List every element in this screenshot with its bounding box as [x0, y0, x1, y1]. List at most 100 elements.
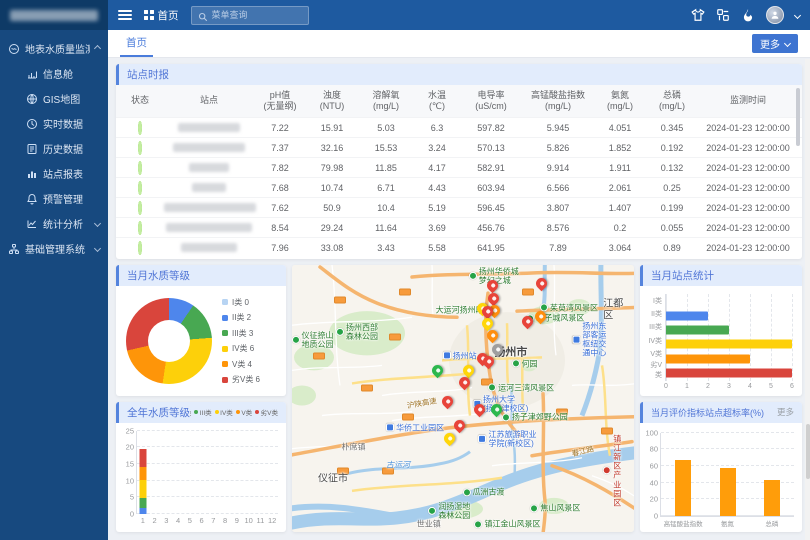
column-unit: (NTU): [306, 101, 358, 112]
value-cell: 0.2: [594, 223, 646, 233]
x-axis-tick: 1: [685, 383, 689, 390]
station-marker-red[interactable]: [452, 417, 468, 433]
legend-item[interactable]: II类: [190, 407, 191, 417]
user-menu-chevron-icon[interactable]: [794, 11, 801, 18]
map-label: 仪征市: [318, 473, 348, 485]
exceed-rate-more-link[interactable]: 更多: [777, 406, 794, 418]
legend-item[interactable]: 劣V类 6: [222, 374, 260, 385]
sidebar-item-0-6[interactable]: 统计分析: [0, 211, 108, 236]
x-axis-tick: 12: [268, 516, 276, 525]
y-axis-category: I类: [644, 294, 662, 307]
sidebar-item-0-0[interactable]: 信息舱: [0, 61, 108, 86]
tab-home[interactable]: 首页: [120, 30, 153, 57]
map-label-text: 仪征捺山 地质公园: [302, 331, 334, 349]
station-name-redacted: [173, 143, 245, 152]
menu-search[interactable]: [191, 6, 309, 25]
sidebar-section-0[interactable]: 地表水质量监测系统: [0, 36, 108, 61]
bar-segment: [139, 467, 146, 479]
gridline: [792, 294, 793, 381]
sidebar-item-label: 站点报表: [43, 166, 100, 181]
exceed-rate-header: 当月评价指标站点超标率(%) 更多: [640, 402, 802, 423]
v-bar: [764, 480, 780, 516]
status-online-dot: [138, 201, 142, 215]
station-marker-red[interactable]: [440, 393, 456, 409]
station-marker-yellow[interactable]: [442, 430, 458, 446]
value-cell: 4.17: [414, 163, 460, 173]
theme-skin-icon[interactable]: [691, 8, 705, 22]
value-cell: 597.82: [460, 123, 522, 133]
legend-item[interactable]: III类 3: [222, 328, 260, 339]
column-name: 电导率: [460, 90, 522, 101]
hamburger-menu-icon[interactable]: [118, 10, 132, 20]
gridline: [750, 294, 751, 381]
month-station-stats-header: 当月站点统计: [640, 265, 802, 286]
value-cell: 79.98: [306, 163, 358, 173]
status-online-dot: [138, 241, 142, 255]
user-avatar[interactable]: [766, 6, 784, 24]
y-axis-tick: 20: [650, 495, 658, 504]
station-cell: [164, 143, 254, 152]
sidebar-item-0-3[interactable]: 历史数据: [0, 136, 108, 161]
y-axis-tick: 100: [645, 428, 658, 437]
map-label-text: 扬子津郊野公园: [512, 413, 568, 422]
legend-item[interactable]: IV类: [215, 407, 233, 417]
station-marker-red[interactable]: [534, 276, 550, 292]
map-panel[interactable]: 扬州华侨城 梦幻之城茱萸湾风景区唐子城风景区江都区扬州西部 森林公园仪征捺山 地…: [292, 265, 634, 532]
sidebar-item-0-5[interactable]: 预警管理: [0, 186, 108, 211]
sidebar-item-0-4[interactable]: 站点报表: [0, 161, 108, 186]
legend-item[interactable]: I类 0: [222, 297, 260, 308]
info-dashboard-icon: [26, 68, 38, 80]
year-quality-panel: 全年水质等级 I类II类III类IV类V类劣V类 051015202512345…: [116, 402, 286, 533]
window-scrollbar[interactable]: [805, 59, 810, 540]
legend-item[interactable]: V类 4: [222, 359, 260, 370]
map-label: 扬州东部客运 枢纽交通中心: [572, 321, 613, 358]
value-cell: 15.91: [306, 123, 358, 133]
poi-icon: [478, 435, 486, 443]
sidebar-item-0-1[interactable]: GIS地图: [0, 86, 108, 111]
legend-item[interactable]: III类: [194, 407, 211, 417]
legend-item[interactable]: IV类 6: [222, 343, 260, 354]
map-label-text: 运河三湾风景区: [498, 383, 554, 392]
park-icon: [474, 520, 482, 528]
legend-item[interactable]: V类: [236, 407, 252, 417]
logo-redacted: [10, 10, 98, 21]
map-label: 润扬湿地 森林公园: [428, 501, 470, 519]
column-unit: (uS/cm): [460, 101, 522, 112]
legend-label: IV类: [220, 407, 233, 417]
app-window: 地表水质量监测系统信息舱GIS地图实时数据历史数据站点报表预警管理统计分析基础管…: [0, 0, 810, 540]
value-cell: 456.76: [460, 223, 522, 233]
y-axis-category: III类: [644, 321, 662, 334]
legend-item[interactable]: 劣V类: [255, 407, 278, 417]
gridline: [687, 294, 688, 381]
station-report-title: 站点时报: [127, 67, 169, 82]
dashboard-bottom: 当月水质等级 I类 0II类 2III类 3IV类 6V类 4劣V类 6 全年水…: [116, 265, 802, 532]
flame-icon[interactable]: [741, 8, 755, 22]
more-button[interactable]: 更多: [752, 34, 798, 53]
legend-swatch: [194, 410, 198, 414]
station-marker-red[interactable]: [457, 375, 473, 391]
bar-segment: [139, 449, 146, 468]
legend-label: III类 3: [232, 328, 253, 339]
value-cell: 2024-01-23 12:00:00: [698, 143, 798, 153]
legend-item[interactable]: II类 2: [222, 312, 260, 323]
station-marker-green[interactable]: [429, 363, 445, 379]
chevron-down-icon: [94, 245, 101, 252]
gridline: [137, 496, 278, 497]
map-label-text: 镇江金山风景区: [484, 519, 540, 528]
map-label-text: 镇江新区 产业园区: [613, 434, 624, 508]
search-input[interactable]: [212, 10, 302, 20]
breadcrumb-home[interactable]: 首页: [144, 8, 179, 23]
park-icon: [488, 384, 496, 392]
statistics-icon: [26, 218, 38, 230]
sidebar-section-1[interactable]: 基础管理系统: [0, 236, 108, 261]
window-scrollbar-thumb[interactable]: [806, 424, 810, 479]
value-cell: 5.58: [414, 243, 460, 253]
park-icon: [292, 336, 300, 344]
sidebar-item-0-2[interactable]: 实时数据: [0, 111, 108, 136]
x-axis-tick: 0: [664, 383, 668, 390]
table-scrollbar-thumb[interactable]: [796, 88, 800, 146]
station-name-redacted: [192, 183, 226, 192]
split-screen-icon[interactable]: [716, 8, 730, 22]
gridline: [666, 294, 667, 381]
h-bar: [666, 311, 708, 320]
